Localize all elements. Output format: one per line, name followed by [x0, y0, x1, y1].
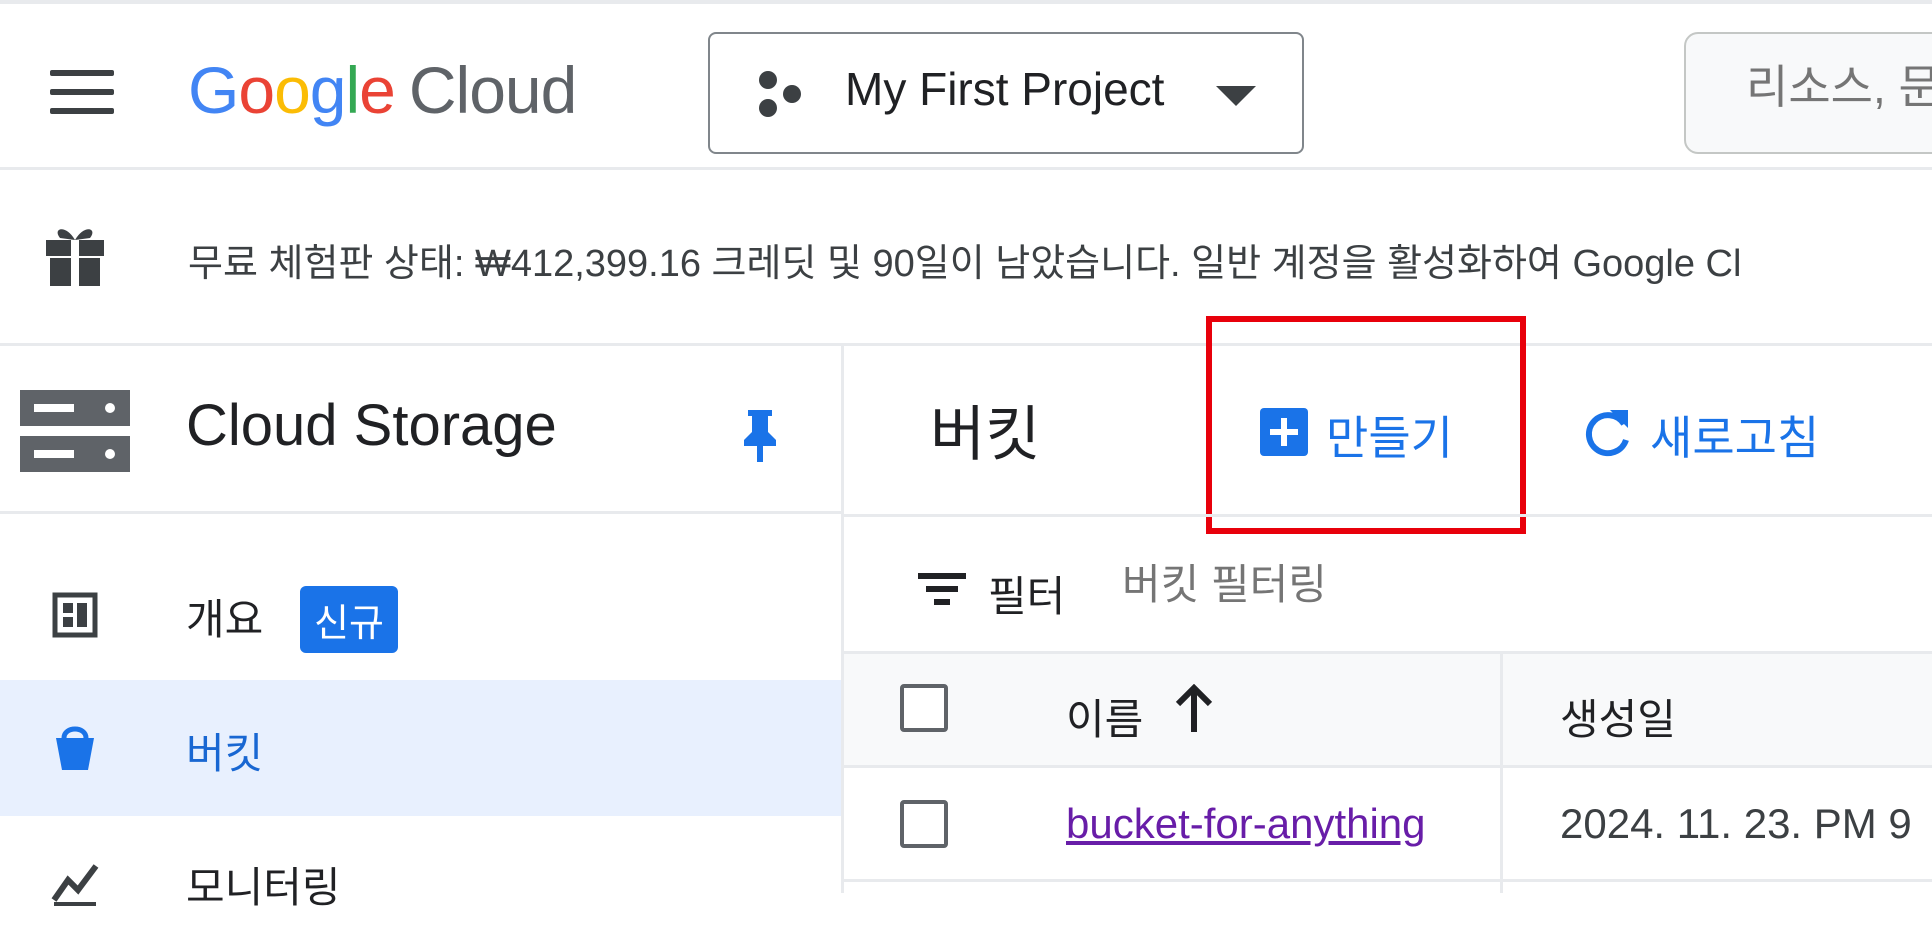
select-all-checkbox[interactable] — [900, 684, 948, 732]
free-trial-banner: 무료 체험판 상태: ₩412,399.16 크레딧 및 90일이 남았습니다.… — [0, 170, 1932, 346]
filter-icon[interactable] — [918, 571, 966, 607]
search-input[interactable] — [1746, 60, 1932, 114]
column-header-created[interactable]: 생성일 — [1560, 686, 1676, 747]
bucket-name-link[interactable]: bucket-for-anything — [1066, 800, 1426, 848]
column-header-name[interactable]: 이름 — [1066, 686, 1143, 747]
product-title: Cloud Storage — [186, 393, 557, 458]
sidebar: Cloud Storage 개요 신규 버킷 모니터링 — [0, 346, 844, 911]
buckets-table: 이름 생성일 bucket-for-anything 2024. 11. 23.… — [844, 654, 1932, 893]
column-divider — [1500, 654, 1503, 893]
bucket-icon — [56, 726, 94, 770]
google-cloud-logo[interactable]: Google Cloud — [188, 52, 577, 128]
sidebar-item-label: 모니터링 — [186, 864, 341, 911]
table-row: bucket-for-anything 2024. 11. 23. PM 9 — [844, 768, 1932, 882]
sidebar-item-buckets[interactable]: 버킷 — [0, 680, 841, 816]
banner-text: 무료 체험판 상태: ₩412,399.16 크레딧 및 90일이 남았습니다.… — [188, 243, 1742, 285]
table-header: 이름 생성일 — [844, 654, 1932, 768]
sidebar-item-label: 개요 — [186, 596, 264, 643]
project-name: My First Project — [845, 63, 1165, 115]
row-checkbox[interactable] — [900, 800, 948, 848]
cloud-storage-icon — [20, 390, 130, 472]
dropdown-caret-icon — [1216, 86, 1256, 106]
top-bar: Google Cloud My First Project — [0, 0, 1932, 170]
search-box[interactable] — [1684, 32, 1932, 154]
pin-icon[interactable] — [740, 408, 780, 462]
bucket-created-date: 2024. 11. 23. PM 9 — [1560, 800, 1912, 847]
main-menu-icon[interactable] — [50, 70, 114, 114]
refresh-label: 새로고침 — [1650, 412, 1820, 464]
bucket-filter-input[interactable] — [1122, 561, 1822, 609]
filter-bar: 필터 — [844, 514, 1932, 654]
dashboard-icon — [52, 592, 98, 638]
highlight-box — [1206, 316, 1526, 534]
new-badge: 신규 — [300, 586, 398, 653]
refresh-icon — [1585, 410, 1629, 457]
page-title: 버킷 — [930, 401, 1041, 468]
gift-icon — [46, 229, 104, 286]
project-icon — [759, 71, 801, 117]
filter-label: 필터 — [988, 573, 1066, 620]
monitoring-icon — [51, 864, 99, 906]
refresh-button[interactable]: 새로고침 — [1580, 396, 1880, 468]
main-content: 버킷 만들기 새로고침 필터 이름 생성일 — [844, 316, 1932, 893]
sidebar-item-label: 버킷 — [186, 730, 264, 777]
sidebar-item-monitoring[interactable]: 모니터링 — [0, 814, 841, 950]
project-selector[interactable]: My First Project — [708, 32, 1304, 154]
sidebar-item-overview[interactable]: 개요 신규 — [0, 546, 841, 682]
sort-ascending-icon[interactable] — [1174, 684, 1214, 734]
sidebar-header: Cloud Storage — [0, 346, 841, 514]
